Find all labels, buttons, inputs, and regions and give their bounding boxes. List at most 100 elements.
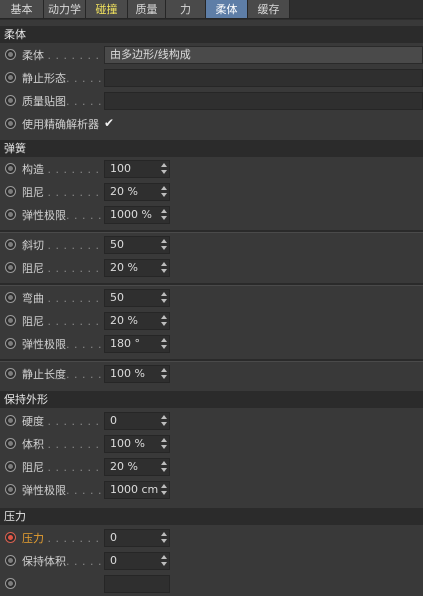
param-row-rest-length: 静止长度. . . . . . 100 % — [0, 363, 423, 386]
stepper-arrows-icon[interactable] — [161, 186, 167, 198]
animate-radio-icon[interactable] — [5, 72, 16, 83]
param-row-partial — [0, 573, 423, 596]
damping-input[interactable]: 20 % — [104, 312, 170, 330]
param-label: 压力 . . . . . . . . — [22, 532, 108, 545]
param-row-rest-shape: 静止形态. . . . . . . — [0, 67, 423, 90]
softbody-mode-dropdown[interactable]: 由多边形/线构成 — [104, 46, 423, 64]
animate-radio-icon[interactable] — [5, 262, 16, 273]
keep-volume-input[interactable]: 0 — [104, 552, 170, 570]
tab-basic[interactable]: 基本 — [0, 0, 44, 19]
param-label: 硬度 . . . . . . . . — [22, 415, 108, 428]
animate-radio-icon[interactable] — [5, 578, 16, 589]
section-header-softbody: 柔体 — [0, 26, 423, 43]
section-header-shape-conservation: 保持外形 — [0, 391, 423, 408]
animate-radio-icon[interactable] — [5, 292, 16, 303]
tab-dynamics[interactable]: 动力学 — [44, 0, 86, 19]
elastic-limit-input[interactable]: 1000 cm — [104, 481, 170, 499]
param-row-structure: 构造 . . . . . . . . 100 — [0, 158, 423, 181]
tab-collision[interactable]: 碰撞 — [86, 0, 128, 19]
rest-shape-link-field[interactable] — [104, 69, 423, 87]
param-row-elastic-limit: 弹性极限. . . . . . 1000 % — [0, 204, 423, 227]
animate-radio-icon[interactable] — [5, 209, 16, 220]
param-label: 阻尼 . . . . . . . . — [22, 186, 108, 199]
stepper-arrows-icon[interactable] — [161, 438, 167, 450]
param-row-damping: 阻尼 . . . . . . . . 20 % — [0, 257, 423, 280]
animate-radio-icon[interactable] — [5, 368, 16, 379]
animate-radio-icon[interactable] — [5, 338, 16, 349]
animate-radio-icon[interactable] — [5, 438, 16, 449]
param-row-flexion: 弯曲 . . . . . . . . 50 — [0, 287, 423, 310]
stepper-arrows-icon[interactable] — [161, 532, 167, 544]
structure-input[interactable]: 100 — [104, 160, 170, 178]
damping-input[interactable]: 20 % — [104, 259, 170, 277]
param-label: 体积 . . . . . . . . — [22, 438, 108, 451]
animate-radio-icon[interactable] — [5, 315, 16, 326]
param-label: 弹性极限. . . . . . — [22, 209, 110, 222]
tab-bar-filler — [290, 0, 423, 19]
param-row-softbody: 柔体 . . . . . . . . . 由多边形/线构成 — [0, 44, 423, 67]
elastic-limit-input[interactable]: 1000 % — [104, 206, 170, 224]
checkmark-icon[interactable]: ✔ — [104, 116, 114, 130]
rest-length-input[interactable]: 100 % — [104, 365, 170, 383]
param-label: 弹性极限. . . . . . — [22, 484, 110, 497]
param-row-exact-solver: 使用精确解析器 ✔ — [0, 113, 423, 136]
param-row-volume: 体积 . . . . . . . . 100 % — [0, 433, 423, 456]
param-label: 弹性极限. . . . . . — [22, 338, 110, 351]
param-row-shear: 斜切 . . . . . . . . 50 — [0, 234, 423, 257]
flexion-input[interactable]: 50 — [104, 289, 170, 307]
volume-input[interactable]: 100 % — [104, 435, 170, 453]
animate-radio-icon[interactable] — [5, 163, 16, 174]
animate-radio-icon[interactable] — [5, 415, 16, 426]
param-label: 斜切 . . . . . . . . — [22, 239, 108, 252]
stepper-arrows-icon[interactable] — [161, 163, 167, 175]
shear-input[interactable]: 50 — [104, 236, 170, 254]
tab-softbody[interactable]: 柔体 — [206, 0, 248, 19]
param-label: 弯曲 . . . . . . . . — [22, 292, 108, 305]
param-label: 阻尼 . . . . . . . . — [22, 262, 108, 275]
stepper-arrows-icon[interactable] — [161, 239, 167, 251]
animate-radio-icon[interactable] — [5, 95, 16, 106]
param-row-pressure: 压力 . . . . . . . . 0 — [0, 527, 423, 550]
animate-radio-icon[interactable] — [5, 484, 16, 495]
stepper-arrows-icon[interactable] — [161, 338, 167, 350]
stepper-arrows-icon[interactable] — [161, 415, 167, 427]
animate-radio-icon[interactable] — [5, 118, 16, 129]
param-label: 静止长度. . . . . . — [22, 368, 110, 381]
param-label: 保持体积. . . . . . — [22, 555, 110, 568]
elastic-limit-input[interactable]: 180 ° — [104, 335, 170, 353]
divider — [0, 359, 423, 362]
animate-radio-icon[interactable] — [5, 555, 16, 566]
damping-input[interactable]: 20 % — [104, 458, 170, 476]
tab-force[interactable]: 力 — [166, 0, 206, 19]
tab-cache[interactable]: 缓存 — [248, 0, 290, 19]
stepper-arrows-icon[interactable] — [161, 461, 167, 473]
animate-radio-icon[interactable] — [5, 461, 16, 472]
stiffness-input[interactable]: 0 — [104, 412, 170, 430]
stepper-arrows-icon[interactable] — [161, 315, 167, 327]
stepper-arrows-icon[interactable] — [161, 484, 167, 496]
param-row-mass-map: 质量贴图. . . . . . . — [0, 90, 423, 113]
param-label: 阻尼 . . . . . . . . — [22, 461, 108, 474]
section-header-springs: 弹簧 — [0, 140, 423, 157]
param-row-elastic-limit: 弹性极限. . . . . . 180 ° — [0, 333, 423, 356]
divider — [0, 283, 423, 286]
animate-radio-icon[interactable] — [5, 186, 16, 197]
stepper-arrows-icon[interactable] — [161, 209, 167, 221]
animate-radio-icon[interactable] — [5, 49, 16, 60]
param-row-elastic-limit: 弹性极限. . . . . . 1000 cm — [0, 479, 423, 502]
mass-map-link-field[interactable] — [104, 92, 423, 110]
animate-radio-icon[interactable] — [5, 239, 16, 250]
param-label: 使用精确解析器 — [22, 118, 99, 131]
param-row-stiffness: 硬度 . . . . . . . . 0 — [0, 410, 423, 433]
param-row-damping: 阻尼 . . . . . . . . 20 % — [0, 456, 423, 479]
stepper-arrows-icon[interactable] — [161, 368, 167, 380]
stepper-arrows-icon[interactable] — [161, 292, 167, 304]
animate-radio-icon[interactable] — [5, 532, 16, 543]
tab-mass[interactable]: 质量 — [128, 0, 166, 19]
damping-input[interactable]: 20 % — [104, 183, 170, 201]
param-row-damping: 阻尼 . . . . . . . . 20 % — [0, 310, 423, 333]
stepper-arrows-icon[interactable] — [161, 555, 167, 567]
pressure-input[interactable]: 0 — [104, 529, 170, 547]
param-row-keep-volume: 保持体积. . . . . . 0 — [0, 550, 423, 573]
stepper-arrows-icon[interactable] — [161, 262, 167, 274]
